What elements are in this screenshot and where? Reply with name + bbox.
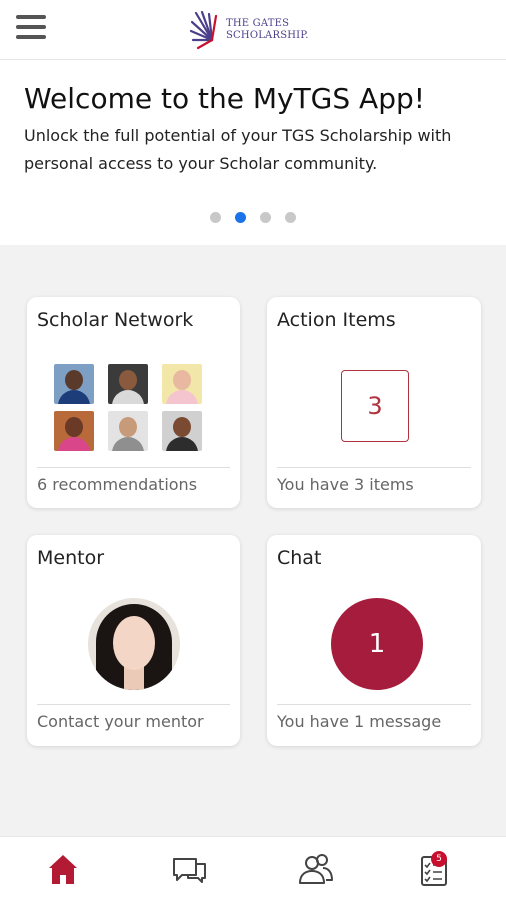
chat-bubbles-icon [173, 858, 206, 883]
welcome-carousel[interactable]: Welcome to the MyTGS App! Unlock the ful… [0, 60, 506, 245]
nav-tasks[interactable]: 5 [412, 847, 456, 891]
card-footer: Contact your mentor [37, 712, 204, 731]
bottom-nav: 5 [0, 836, 506, 900]
avatar[interactable] [162, 364, 202, 404]
people-icon [299, 854, 333, 884]
card-title: Scholar Network [37, 309, 194, 331]
card-title: Chat [277, 547, 322, 569]
nav-messages[interactable] [168, 847, 212, 891]
unread-message-count: 1 [331, 598, 423, 690]
scholar-network-card[interactable]: Scholar Network 6 recommendations [27, 297, 240, 508]
card-footer: You have 3 items [277, 475, 414, 494]
card-footer: You have 1 message [277, 712, 442, 731]
logo-text: THE GATES SCHOLARSHIP. [226, 18, 309, 41]
avatar[interactable] [54, 411, 94, 451]
card-title: Mentor [37, 547, 105, 569]
tasks-badge: 5 [431, 851, 447, 867]
card-divider [37, 467, 230, 468]
avatar[interactable] [108, 411, 148, 451]
chat-card[interactable]: Chat 1 You have 1 message [267, 535, 481, 746]
card-divider [277, 467, 471, 468]
card-divider [37, 704, 230, 705]
mentor-card[interactable]: Mentor Contact your mentor [27, 535, 240, 746]
avatar[interactable] [54, 364, 94, 404]
gates-scholarship-logo[interactable]: THE GATES SCHOLARSHIP. [190, 8, 309, 52]
hamburger-menu-icon[interactable] [16, 15, 46, 43]
welcome-text: Unlock the full potential of your TGS Sc… [24, 126, 452, 173]
scholar-avatars [54, 364, 204, 454]
home-icon [49, 855, 77, 884]
action-items-card[interactable]: Action Items 3 You have 3 items [267, 297, 481, 508]
carousel-dot-4[interactable] [285, 212, 296, 223]
logo-burst-icon [190, 10, 218, 50]
carousel-pager [210, 212, 296, 223]
mentor-avatar[interactable] [88, 598, 180, 690]
carousel-dot-1[interactable] [210, 212, 221, 223]
card-title: Action Items [277, 309, 396, 331]
action-items-count: 3 [341, 370, 409, 442]
carousel-dot-2[interactable] [235, 212, 246, 223]
nav-network[interactable] [294, 847, 338, 891]
card-divider [277, 704, 471, 705]
avatar[interactable] [162, 411, 202, 451]
top-bar: THE GATES SCHOLARSHIP. [0, 0, 506, 60]
card-footer: 6 recommendations [37, 475, 198, 494]
nav-home[interactable] [41, 847, 85, 891]
welcome-title: Welcome to the MyTGS App! [24, 82, 425, 115]
avatar[interactable] [108, 364, 148, 404]
carousel-dot-3[interactable] [260, 212, 271, 223]
